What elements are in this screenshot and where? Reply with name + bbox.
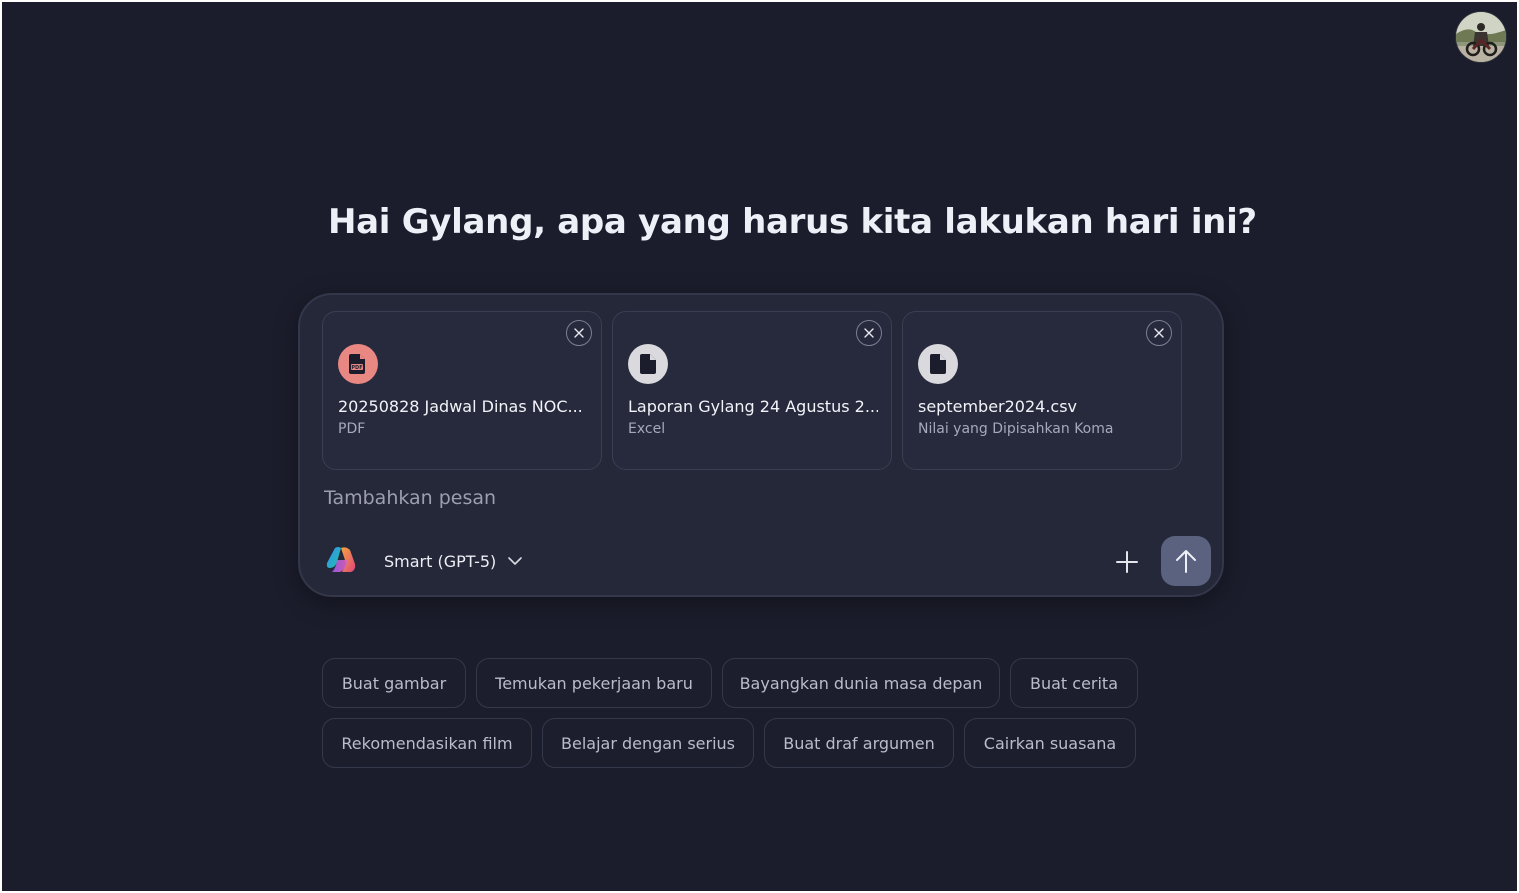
plus-icon: [1116, 551, 1138, 573]
suggestion-chip[interactable]: Bayangkan dunia masa depan: [722, 658, 1000, 708]
attachment-card[interactable]: september2024.csv Nilai yang Dipisahkan …: [902, 311, 1182, 470]
suggestion-chip[interactable]: Cairkan suasana: [964, 718, 1136, 768]
suggestion-chip[interactable]: Buat gambar: [322, 658, 466, 708]
model-selector-dropdown[interactable]: Smart (GPT-5): [384, 548, 523, 574]
suggestion-chip[interactable]: Belajar dengan serius: [542, 718, 754, 768]
chevron-down-icon: [508, 557, 523, 565]
attachment-card[interactable]: Laporan Gylang 24 Agustus 2... Excel: [612, 311, 892, 470]
remove-attachment-button[interactable]: [1146, 320, 1172, 346]
file-icon: [628, 344, 668, 384]
remove-attachment-button[interactable]: [566, 320, 592, 346]
suggestion-chip[interactable]: Rekomendasikan film: [322, 718, 532, 768]
suggestion-chip[interactable]: Buat cerita: [1010, 658, 1138, 708]
suggestion-chip[interactable]: Buat draf argumen: [764, 718, 954, 768]
attachment-type: PDF: [338, 421, 366, 437]
send-button[interactable]: [1161, 536, 1211, 586]
pdf-file-icon: PDF: [338, 344, 378, 384]
message-input[interactable]: [324, 483, 1084, 513]
attachment-type: Excel: [628, 421, 666, 437]
app-window: Hai Gylang, apa yang harus kita lakukan …: [2, 2, 1517, 891]
add-attachment-button[interactable]: [1110, 545, 1144, 579]
attachment-name: 20250828 Jadwal Dinas NOC...: [338, 397, 583, 416]
copilot-logo-icon: [326, 546, 356, 574]
attachment-card[interactable]: PDF 20250828 Jadwal Dinas NOC... PDF: [322, 311, 602, 470]
svg-text:PDF: PDF: [351, 365, 362, 371]
avatar-photo: [1456, 12, 1506, 62]
chat-composer: PDF 20250828 Jadwal Dinas NOC... PDF Lap…: [298, 293, 1224, 597]
remove-attachment-button[interactable]: [856, 320, 882, 346]
file-icon: [918, 344, 958, 384]
close-icon: [864, 328, 874, 338]
arrow-up-icon: [1176, 550, 1196, 573]
close-icon: [574, 328, 584, 338]
close-icon: [1154, 328, 1164, 338]
attachment-name: Laporan Gylang 24 Agustus 2...: [628, 397, 878, 416]
model-label: Smart (GPT-5): [384, 551, 497, 571]
attachment-name: september2024.csv: [918, 397, 1078, 416]
page-greeting: Hai Gylang, apa yang harus kita lakukan …: [328, 202, 1257, 242]
user-avatar[interactable]: [1456, 12, 1506, 62]
attachment-type: Nilai yang Dipisahkan Koma: [918, 421, 1114, 437]
suggestion-chip[interactable]: Temukan pekerjaan baru: [476, 658, 712, 708]
